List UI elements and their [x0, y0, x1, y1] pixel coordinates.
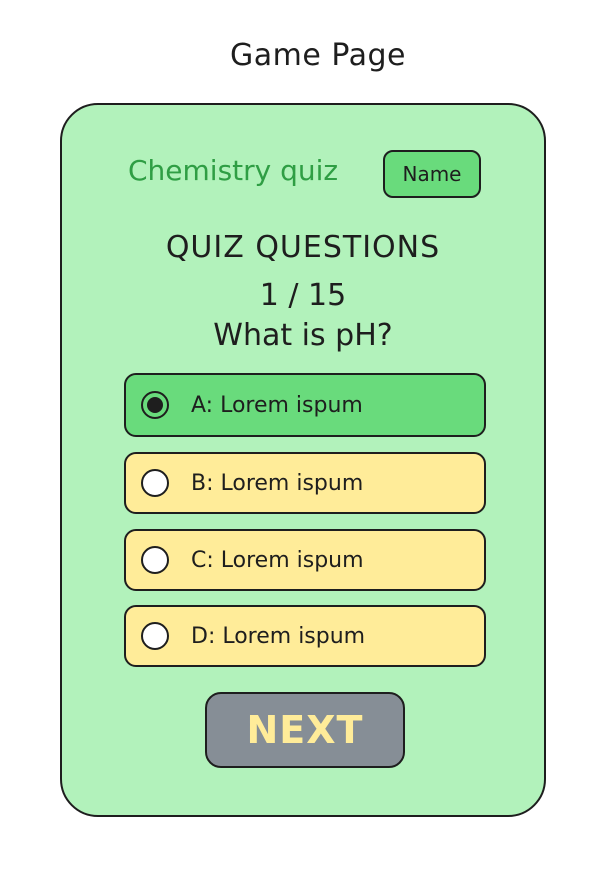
radio-unselected-icon[interactable]: [141, 622, 169, 650]
next-button[interactable]: NEXT: [205, 692, 405, 768]
answer-option-c[interactable]: C: Lorem ispum: [124, 529, 486, 591]
answer-option-label: C: Lorem ispum: [191, 547, 364, 573]
radio-unselected-icon[interactable]: [141, 469, 169, 497]
answer-option-b[interactable]: B: Lorem ispum: [124, 452, 486, 514]
page-title: Game Page: [230, 38, 406, 73]
answer-option-a[interactable]: A: Lorem ispum: [124, 373, 486, 437]
question-text: What is pH?: [213, 318, 393, 353]
radio-unselected-icon[interactable]: [141, 546, 169, 574]
radio-selected-icon[interactable]: [141, 391, 169, 419]
answer-option-label: A: Lorem ispum: [191, 392, 363, 418]
quiz-name: Chemistry quiz: [128, 154, 339, 187]
quiz-heading: QUIZ QUESTIONS: [165, 230, 441, 265]
answer-option-label: D: Lorem ispum: [191, 623, 366, 649]
question-progress: 1 / 15: [259, 278, 347, 313]
answer-option-label: B: Lorem ispum: [191, 470, 364, 496]
name-button[interactable]: Name: [383, 150, 481, 198]
answer-option-d[interactable]: D: Lorem ispum: [124, 605, 486, 667]
